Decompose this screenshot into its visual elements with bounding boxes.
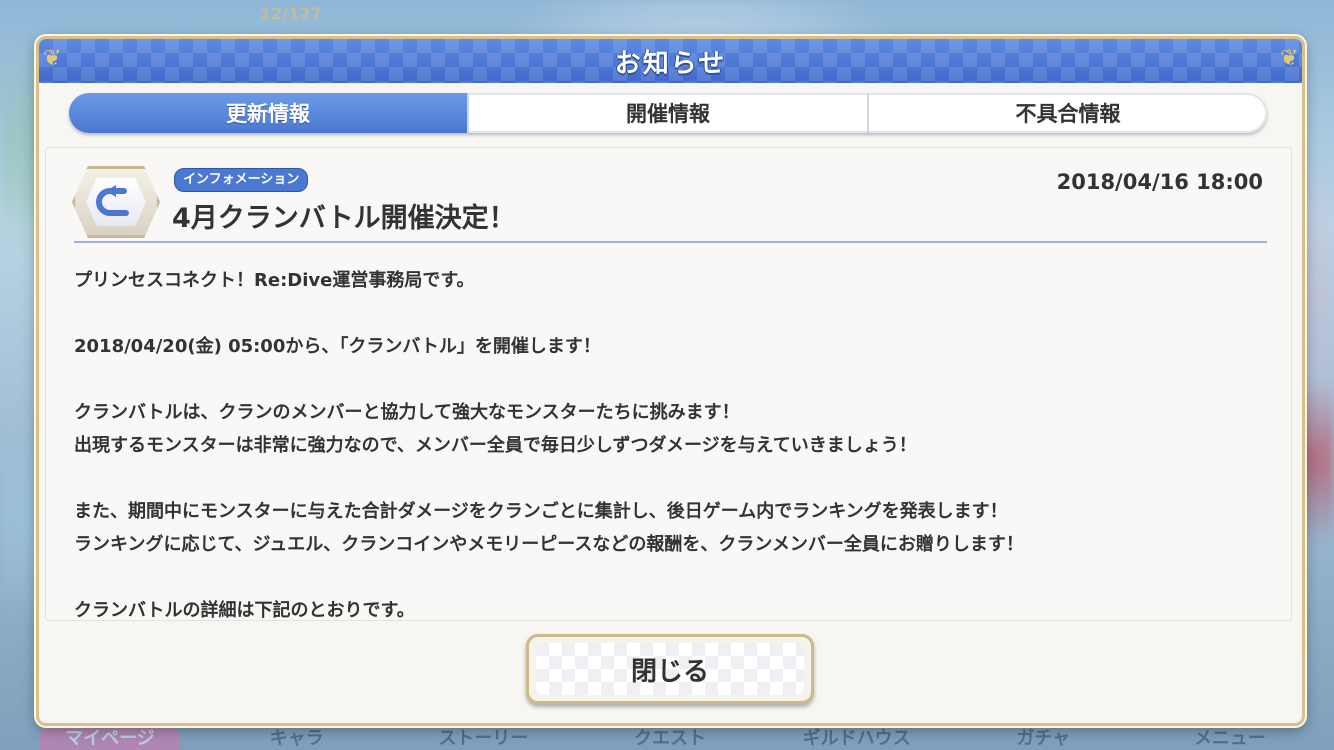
category-badge: インフォメーション	[174, 168, 309, 192]
close-button[interactable]: 閉じる	[526, 634, 814, 704]
back-button[interactable]	[72, 166, 160, 238]
paragraph: クランバトルは、クランのメンバーと協力して強大なモンスターたちに挑みます！	[74, 402, 740, 423]
dialog-header: ❦ お知らせ ❦	[39, 39, 1302, 83]
tab-events[interactable]: 開催情報	[469, 93, 869, 133]
article-body: プリンセスコネクト！Re:Dive運営事務局です。 2018/04/20(金) …	[74, 264, 1271, 621]
tab-bar: 更新情報 開催情報 不具合情報	[69, 93, 1267, 133]
notice-dialog: ❦ お知らせ ❦ 更新情報 開催情報 不具合情報 インフォメーション 4月クラン…	[36, 36, 1305, 726]
nav-item-menu: メニュー	[1193, 728, 1266, 749]
paragraph: 出現するモンスターは非常に強力なので、メンバー全員で毎日少しずつダメージを与えて…	[74, 435, 917, 456]
paragraph: また、期間中にモンスターに与えた合計ダメージをクランごとに集計し、後日ゲーム内で…	[74, 501, 1008, 522]
tab-bugs[interactable]: 不具合情報	[869, 93, 1267, 133]
article-date: 2018/04/16 18:00	[1056, 170, 1263, 194]
article-panel[interactable]: インフォメーション 4月クランバトル開催決定！ 2018/04/16 18:00…	[45, 147, 1292, 621]
paragraph: クランバトルの詳細は下記のとおりです。	[74, 600, 415, 621]
nav-item-guildhouse: ギルドハウス	[802, 728, 911, 749]
top-hud: 12/127	[100, 0, 440, 30]
stamina-counter: 12/127	[260, 4, 322, 23]
nav-item-story: ストーリー	[438, 728, 529, 749]
divider	[74, 241, 1267, 243]
back-arrow-icon	[96, 185, 129, 216]
nav-item-quest: クエスト	[633, 728, 706, 749]
paragraph: プリンセスコネクト！Re:Dive運営事務局です。	[74, 270, 475, 291]
nav-item-character: キャラ	[269, 728, 324, 749]
close-button-label: 閉じる	[536, 643, 804, 695]
tab-updates[interactable]: 更新情報	[69, 93, 469, 133]
article-title: 4月クランバトル開催決定！	[172, 203, 516, 234]
nav-item-gacha: ガチャ	[1016, 728, 1071, 749]
paragraph: ランキングに応じて、ジュエル、クランコインやメモリーピースなどの報酬を、クランメ…	[74, 534, 1024, 555]
back-button-face	[86, 178, 146, 226]
ornament-icon: ❦	[1280, 46, 1299, 71]
dialog-title: お知らせ	[614, 49, 727, 79]
paragraph: 2018/04/20(金) 05:00から、「クランバトル」を開催します！	[74, 336, 601, 357]
nav-item-mypage: マイページ	[40, 724, 180, 750]
